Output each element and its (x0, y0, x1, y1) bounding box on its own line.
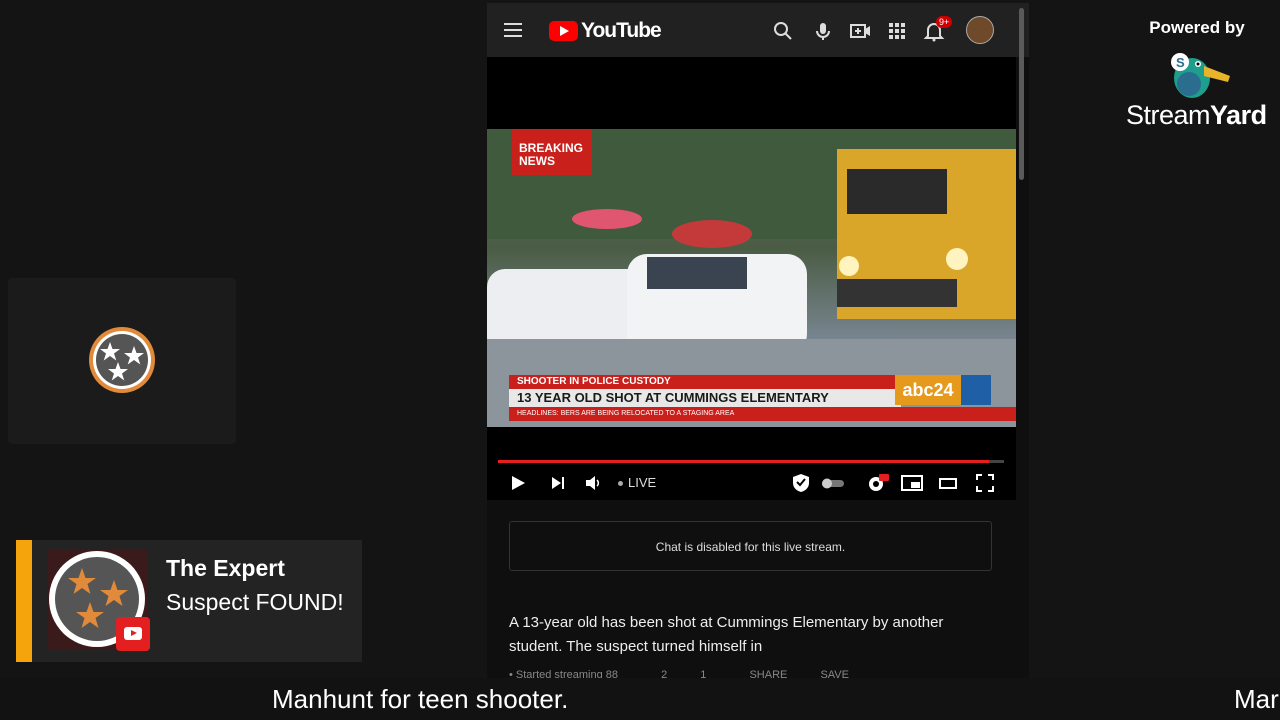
notification-badge: 9+ (936, 16, 953, 28)
weather-icon (961, 375, 991, 405)
fullscreen-icon[interactable] (974, 471, 996, 495)
youtube-capture: YouTube 9+ BREAKING NEWS SHOOTER IN POLI… (487, 3, 1029, 681)
powered-by-label: Powered by (1149, 18, 1245, 37)
miniplayer-icon[interactable] (900, 471, 924, 495)
youtube-logo-text: YouTube (581, 19, 662, 42)
theater-mode-icon[interactable] (937, 471, 959, 495)
commenter-name: The Expert (166, 555, 285, 581)
mic-icon[interactable] (812, 20, 834, 42)
youtube-logo[interactable]: YouTube (549, 19, 662, 43)
apps-icon[interactable] (886, 20, 908, 42)
live-indicator[interactable]: LIVE (618, 475, 656, 490)
streamyard-wordmark: StreamYard (1126, 100, 1267, 130)
video-frame: BREAKING NEWS SHOOTER IN POLICE CUSTODY 1… (487, 129, 1016, 427)
next-icon[interactable] (549, 471, 567, 495)
autoplay-toggle[interactable] (820, 471, 846, 495)
youtube-badge-icon (116, 617, 150, 651)
card-accent-bar (16, 540, 32, 662)
tristar-logo-icon (89, 327, 155, 393)
scrollbar[interactable] (1019, 8, 1024, 180)
streamyard-duck-logo-icon: S (1171, 53, 1230, 98)
lower-third-kicker: SHOOTER IN POLICE CUSTODY (509, 375, 901, 389)
video-description[interactable]: A 13-year old has been shot at Cummings … (509, 611, 999, 659)
station-logo: abc24 (895, 375, 961, 405)
menu-icon[interactable] (504, 23, 522, 37)
lower-third-ticker: HEADLINES: BERS ARE BEING RELOCATED TO A… (509, 407, 1016, 421)
play-icon[interactable] (509, 471, 527, 495)
search-icon[interactable] (772, 20, 794, 42)
video-player[interactable]: BREAKING NEWS SHOOTER IN POLICE CUSTODY 1… (487, 57, 1016, 500)
ticker-bar: Manhunt for teen shooter. Mar (0, 678, 1280, 720)
comment-message: Suspect FOUND! (166, 589, 344, 615)
progress-fill (498, 460, 989, 463)
chat-disabled-notice: Chat is disabled for this live stream. (509, 521, 992, 571)
progress-bar[interactable] (498, 460, 1004, 463)
breaking-news-badge: BREAKING NEWS (512, 129, 592, 175)
volume-icon[interactable] (584, 471, 604, 495)
ticker-text: Manhunt for teen shooter. (272, 684, 569, 714)
account-avatar[interactable] (966, 16, 994, 44)
ticker-text-repeat: Mar (1234, 684, 1279, 714)
create-icon[interactable] (849, 20, 871, 42)
youtube-play-icon (549, 21, 578, 41)
settings-gear-icon[interactable] (865, 471, 889, 495)
shield-icon[interactable] (790, 471, 812, 495)
svg-text:S: S (1176, 55, 1185, 70)
youtube-header: YouTube 9+ (487, 3, 1029, 57)
lower-third-headline: 13 YEAR OLD SHOT AT CUMMINGS ELEMENTARY (509, 389, 901, 407)
